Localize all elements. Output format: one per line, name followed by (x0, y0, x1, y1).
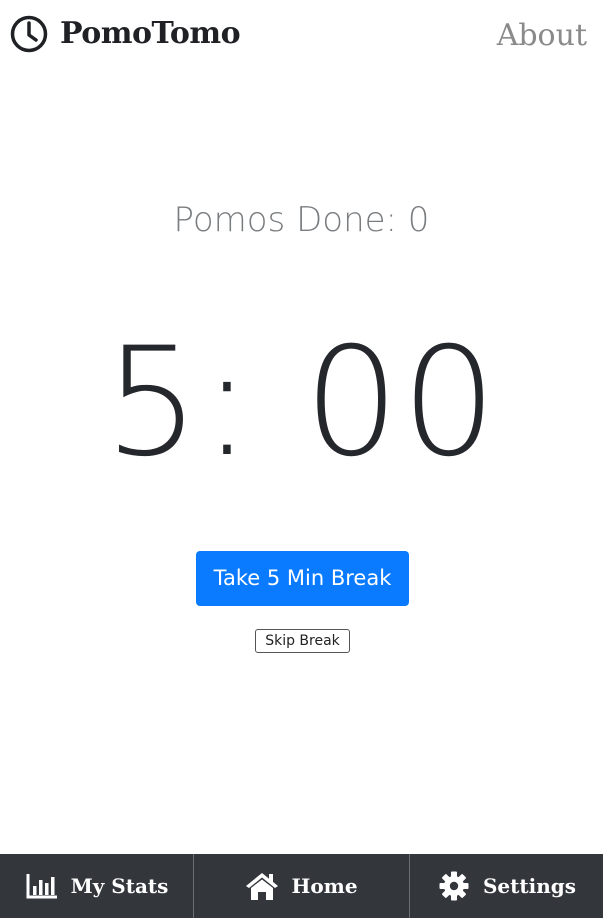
timer-display: 5: 00 (104, 316, 499, 490)
take-break-button[interactable]: Take 5 Min Break (196, 551, 409, 606)
skip-break-button[interactable]: Skip Break (255, 629, 350, 653)
gear-icon (437, 871, 471, 901)
nav-item-home[interactable]: Home (194, 854, 410, 918)
nav-label-my-stats: My Stats (70, 874, 169, 898)
bottom-nav: My Stats Home Settings (0, 854, 603, 918)
nav-label-home: Home (291, 874, 358, 898)
app-page: PomoTomo About Pomos Done: 0 5: 00 Take … (0, 0, 603, 918)
pomos-done-counter: Pomos Done: 0 (173, 200, 430, 240)
brand[interactable]: PomoTomo (9, 14, 241, 54)
home-icon (245, 871, 279, 901)
bar-chart-icon (25, 871, 59, 901)
about-link[interactable]: About (497, 14, 587, 58)
nav-item-settings[interactable]: Settings (410, 854, 603, 918)
app-title: PomoTomo (60, 16, 241, 51)
nav-item-my-stats[interactable]: My Stats (0, 854, 194, 918)
clock-icon (9, 14, 49, 54)
nav-label-settings: Settings (482, 874, 577, 898)
top-header: PomoTomo About (0, 0, 603, 76)
